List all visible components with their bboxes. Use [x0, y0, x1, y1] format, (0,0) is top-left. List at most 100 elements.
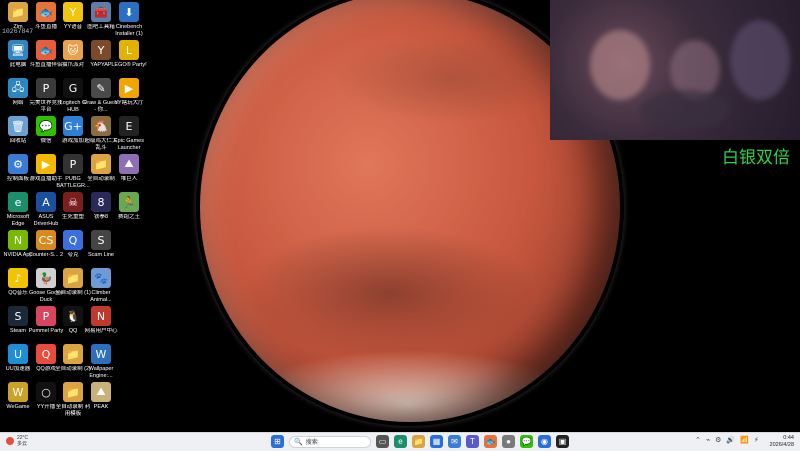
desktop-icon[interactable]: N 网易用户中心	[84, 306, 118, 335]
app-icon: 📁	[63, 382, 83, 402]
app-icon: 🖧	[8, 78, 28, 98]
taskbar-edge-button[interactable]: e	[394, 435, 407, 448]
taskbar-app3-button[interactable]: 🐟	[484, 435, 497, 448]
app-icon: W	[8, 382, 28, 402]
app-icon: 📁	[8, 2, 28, 22]
app-icon: Y	[63, 2, 83, 22]
app-icon: 🧰	[91, 2, 111, 22]
app-icon: 🐱	[63, 40, 83, 60]
desktop-icon-label: Epic Games Launcher	[114, 138, 144, 151]
desktop-icon[interactable]: 🏃 赛跑之王	[114, 192, 144, 221]
app-icon: e	[8, 192, 28, 212]
desktop-icon-label: 赛跑之王	[117, 214, 140, 220]
app-icon: 📁	[63, 268, 83, 288]
search-box[interactable]: 🔍 搜索	[289, 435, 371, 448]
desktop-icon-label: YY瞎玩大厅	[114, 100, 144, 106]
app-icon: ⬇	[119, 2, 139, 22]
clock-date: 2026/4/28	[769, 442, 794, 448]
desktop-icon[interactable]: ⛰ 堆巨人	[114, 154, 144, 183]
app-icon: U	[8, 344, 28, 364]
taskbar-app2-button[interactable]: T	[466, 435, 479, 448]
desktop-icon[interactable]: ⛰ PEAK	[86, 382, 116, 411]
app-icon: 🐧	[63, 306, 83, 326]
tray-icon[interactable]: 📶	[740, 436, 749, 444]
desktop-icon[interactable]: 📁 全自动录制 利用模板	[56, 382, 90, 417]
app-icon: ♪	[8, 268, 28, 288]
clock-time: 0:44	[783, 435, 794, 441]
desktop-icon[interactable]: A ASUS DriverHub	[31, 192, 61, 227]
taskbar-start-button[interactable]: ⊞	[271, 435, 284, 448]
app-icon: 📁	[91, 154, 111, 174]
tray-icon[interactable]: ⌁	[706, 436, 710, 444]
desktop-icon[interactable]: E Epic Games Launcher	[114, 116, 144, 151]
app-icon: E	[119, 116, 139, 136]
desktop-icon[interactable]: ⬇ Cinebench Installer (1)	[114, 2, 144, 37]
tray-icon[interactable]: 🔊	[726, 436, 735, 444]
desktop-icon[interactable]: 🐾 Climber Animal...	[86, 268, 116, 303]
app-icon: 8	[91, 192, 111, 212]
app-icon: ▶	[119, 78, 139, 98]
weather-desc: 多云	[17, 441, 28, 447]
desktop-icon-label: 堆巨人	[120, 176, 138, 182]
app-icon: 🐟	[36, 2, 56, 22]
desktop-icon-label: 网易用户中心	[84, 328, 118, 334]
desktop-icon[interactable]: L LEGO® Party!	[111, 40, 147, 69]
search-placeholder: 搜索	[305, 440, 318, 446]
weather-icon	[6, 437, 14, 445]
app-icon: S	[91, 230, 111, 250]
app-icon: ✎	[91, 78, 111, 98]
desktop-icon-label: Scam Line	[88, 252, 114, 258]
desktop-icon-label: Wallpaper Engine:...	[88, 366, 114, 379]
taskbar-explorer-button[interactable]: 📁	[412, 435, 425, 448]
app-icon: 🦆	[36, 268, 56, 288]
app-icon: P	[36, 306, 56, 326]
desktop-icons: 📁 Zim 🐟 斗鱼直播 Y YY语音 🧰 图吧工具箱 ⬇ Cinebench Installer…	[0, 0, 150, 432]
app-icon: N	[8, 230, 28, 250]
taskbar-app1-button[interactable]: ✉	[448, 435, 461, 448]
search-icon: 🔍	[294, 438, 303, 446]
tray-icon[interactable]: ⌃	[695, 436, 701, 444]
app-icon: N	[91, 306, 111, 326]
taskbar-taskview-button[interactable]: ▭	[376, 435, 389, 448]
weather-widget[interactable]: 22°C 多云	[6, 435, 28, 447]
app-icon: CS	[36, 230, 56, 250]
app-icon: 🖥	[8, 40, 28, 60]
taskbar-app6-button[interactable]: ▣	[556, 435, 569, 448]
taskbar-app4-button[interactable]: ●	[502, 435, 515, 448]
app-icon: W	[91, 344, 111, 364]
app-icon: 🏃	[119, 192, 139, 212]
desktop-icon-label: LEGO® Party!	[111, 62, 147, 68]
app-icon: ▶	[36, 154, 56, 174]
app-icon: P	[36, 78, 56, 98]
app-icon: A	[36, 192, 56, 212]
clock[interactable]: 0:44 2026/4/28	[770, 435, 794, 449]
app-icon: ☠	[63, 192, 83, 212]
desktop-icon[interactable]: ✎ Draw & Guess - 你...	[83, 78, 119, 113]
tray-icon[interactable]: ⚡	[754, 436, 759, 444]
taskbar-store-button[interactable]: ▦	[430, 435, 443, 448]
app-icon: P	[63, 154, 83, 174]
taskbar-center: ⊞ 🔍 搜索 ▭ e 📁 ▦ ✉ T 🐟 ● 💬 ◉ ▣	[271, 435, 569, 448]
app-icon: 🐔	[91, 116, 111, 136]
app-icon: ○	[36, 382, 56, 402]
tray-icon[interactable]: ⚙	[715, 436, 721, 444]
app-icon: 🗑	[8, 116, 28, 136]
desktop-icon[interactable]: 🦆 Goose Goose Duck	[29, 268, 63, 303]
taskbar-wechat-button[interactable]: 💬	[520, 435, 533, 448]
app-icon: ⛰	[119, 154, 139, 174]
desktop-icon-label: Cinebench Installer (1)	[115, 24, 143, 37]
taskbar-app5-button[interactable]: ◉	[538, 435, 551, 448]
user-id-tag: 10267847	[2, 28, 34, 35]
app-icon: ⚙	[8, 154, 28, 174]
desktop-icon[interactable]: P PUBG BATTLEGR...	[56, 154, 90, 189]
desktop-icon[interactable]: S Scam Line	[86, 230, 116, 259]
desktop-icon[interactable]: W Wallpaper Engine:...	[86, 344, 116, 379]
app-icon: ⛰	[91, 382, 111, 402]
system-tray: ⌃ ⌁ ⚙ 🔊 📶 ⚡	[695, 436, 759, 444]
desktop-icon[interactable]: ▶ YY瞎玩大厅	[114, 78, 144, 107]
app-icon: S	[8, 306, 28, 326]
desktop-icon-label: PEAK	[93, 404, 109, 410]
app-icon: Y	[91, 40, 111, 60]
desktop-icon-label: Climber Animal...	[90, 290, 112, 303]
app-icon: L	[119, 40, 139, 60]
